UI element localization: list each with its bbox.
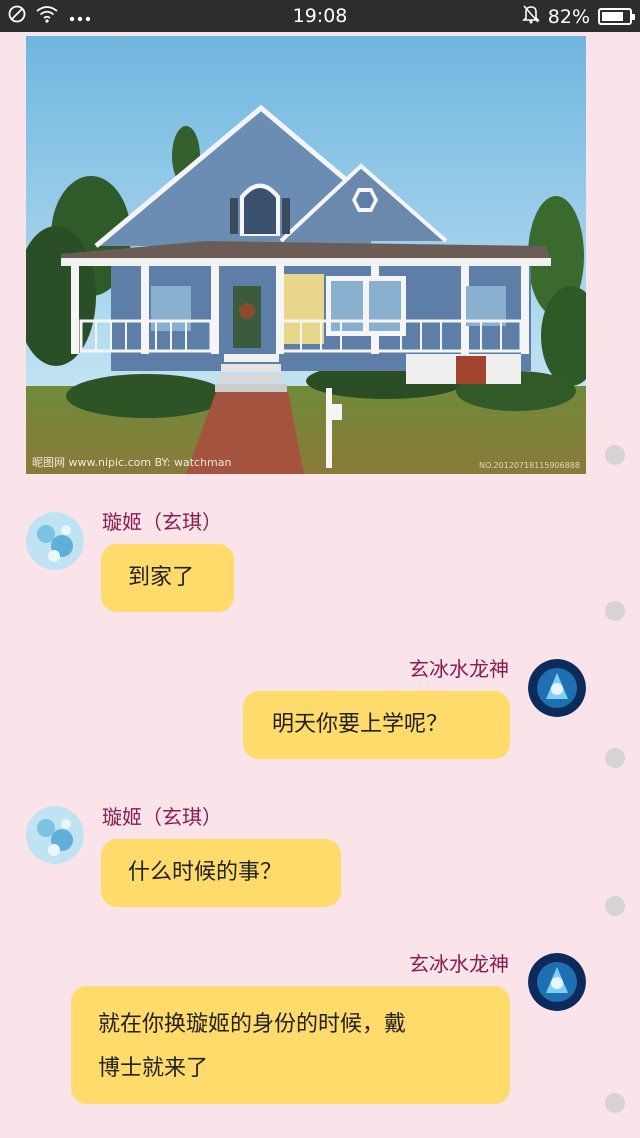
message-bubble[interactable]: 到家了 (101, 544, 234, 612)
message-text: 明天你要上学呢？ (272, 712, 449, 737)
battery-fill (602, 12, 623, 21)
message-text: 到家了 (128, 565, 195, 590)
photo-watermark-id: NO.20120718115906888 (478, 461, 580, 470)
self-avatar[interactable] (528, 953, 586, 1011)
message-text-line: 就在你换璇姬的身份的时候，戴 (98, 1012, 407, 1037)
house-photo[interactable]: 昵图网 www.nipic.com BY: watchman NO.201207… (26, 36, 586, 474)
status-bar: 19:08 82% (0, 0, 640, 32)
friend-avatar[interactable] (26, 806, 84, 864)
scroll-indicator-dot (605, 896, 625, 916)
photo-watermark: 昵图网 www.nipic.com BY: watchman (32, 456, 232, 469)
message-bubble[interactable]: 就在你换璇姬的身份的时候，戴 博士就来了 (71, 986, 510, 1104)
self-avatar[interactable] (528, 659, 586, 717)
sender-name: 玄冰水龙神 (409, 657, 509, 681)
sender-name: 璇姬（玄琪） (102, 510, 222, 534)
scroll-indicator-dot (605, 1093, 625, 1113)
sender-name: 玄冰水龙神 (409, 952, 509, 976)
mute-bell-icon (521, 4, 540, 29)
battery-percent: 82% (547, 5, 590, 28)
message-bubble[interactable]: 什么时候的事？ (101, 839, 341, 907)
sender-name: 璇姬（玄琪） (102, 805, 222, 829)
scroll-indicator-dot (605, 445, 625, 465)
battery-icon (598, 8, 635, 25)
message-bubble[interactable]: 明天你要上学呢？ (243, 691, 510, 759)
message-text: 什么时候的事？ (128, 860, 283, 885)
friend-avatar[interactable] (26, 512, 84, 570)
scroll-indicator-dot (605, 748, 625, 768)
scroll-indicator-dot (605, 601, 625, 621)
message-text-line: 博士就来了 (98, 1056, 209, 1081)
